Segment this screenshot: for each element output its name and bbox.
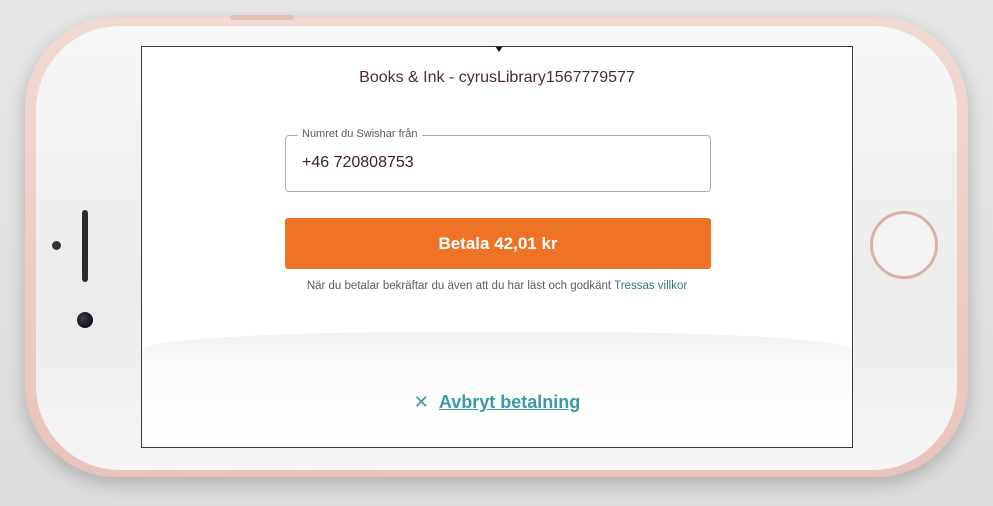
phone-mute-switch — [150, 471, 184, 476]
merchant-title: Books & Ink - cyrusLibrary1567779577 — [359, 69, 635, 86]
terms-text: När du betalar bekräftar du även att du … — [306, 280, 612, 292]
pay-button[interactable]: Betala 42,01 kr — [285, 218, 711, 269]
home-button[interactable] — [870, 211, 938, 279]
close-icon[interactable]: ✕ — [414, 392, 429, 413]
phone-number-field[interactable]: Numret du Swishar från — [285, 128, 711, 192]
earpiece-speaker — [82, 210, 88, 282]
page-background: Books & Ink - cyrusLibrary1567779577 Num… — [0, 0, 993, 506]
cancel-payment-link[interactable]: Avbryt betalning — [439, 392, 580, 412]
proximity-sensor — [52, 241, 61, 250]
phone-screen: Books & Ink - cyrusLibrary1567779577 Num… — [141, 46, 853, 448]
terms-notice: När du betalar bekräftar du även att du … — [142, 280, 852, 292]
terms-link[interactable]: Tressas villkor — [614, 280, 687, 292]
phone-volume-down-button — [310, 471, 382, 476]
phone-number-label: Numret du Swishar från — [298, 128, 422, 140]
phone-volume-up-button — [225, 471, 297, 476]
front-camera — [77, 312, 93, 328]
phone-top-button — [230, 15, 294, 20]
phone-number-input[interactable] — [302, 154, 682, 172]
cancel-payment[interactable]: ✕ Avbryt betalning — [142, 392, 852, 413]
pull-down-indicator-icon — [495, 47, 503, 52]
screen-lower-panel — [142, 332, 852, 447]
